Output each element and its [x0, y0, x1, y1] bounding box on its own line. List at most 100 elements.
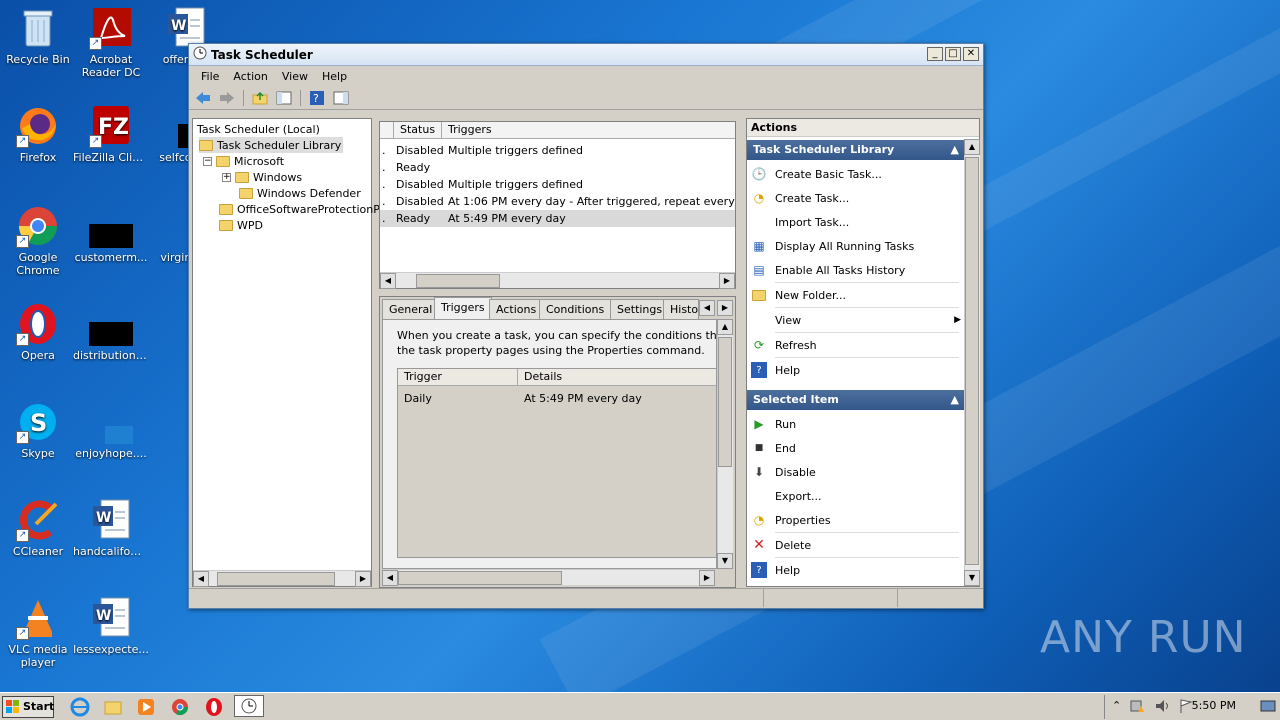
expand-icon[interactable]: + — [222, 172, 231, 182]
action-properties[interactable]: ◔ Properties — [751, 509, 961, 531]
close-button[interactable]: ✕ — [963, 47, 979, 61]
media-player-taskbar-icon[interactable] — [136, 697, 156, 717]
desktop-icon-vlc[interactable]: ↗ VLC media player — [0, 596, 76, 669]
action-enable-history[interactable]: ▤ Enable All Tasks History — [751, 259, 961, 281]
task-row-selected[interactable]: . Ready At 5:49 PM every day — [380, 210, 735, 227]
task-list-horizontal-scrollbar[interactable]: ◀ ▶ — [380, 272, 735, 289]
tree-item-windows[interactable]: + Windows — [222, 169, 302, 185]
desktop-icon-handcalifom[interactable]: W handcalifom... — [73, 498, 149, 558]
action-view[interactable]: View ▶ — [751, 309, 961, 331]
tree-item-windows-defender[interactable]: Windows Defender — [239, 185, 361, 201]
actions-vertical-scrollbar[interactable]: ▲ ▼ — [964, 139, 980, 586]
show-hide-console-tree-button[interactable] — [274, 89, 294, 107]
opera-taskbar-icon[interactable] — [204, 697, 224, 717]
scrollbar-thumb[interactable] — [965, 157, 979, 565]
tree-item-task-scheduler-library[interactable]: Task Scheduler Library — [199, 137, 344, 153]
tree-horizontal-scrollbar[interactable]: ◀ ▶ — [193, 570, 371, 587]
action-display-running-tasks[interactable]: ▦ Display All Running Tasks — [751, 235, 961, 257]
back-button[interactable] — [193, 89, 213, 107]
desktop-icon-chrome[interactable]: ↗ Google Chrome — [0, 204, 76, 277]
scroll-left-button[interactable]: ◀ — [380, 273, 396, 289]
column-header-details[interactable]: Details — [518, 369, 716, 386]
action-refresh[interactable]: ⟳ Refresh — [751, 334, 961, 356]
scrollbar-thumb[interactable] — [416, 274, 500, 288]
tab-triggers[interactable]: Triggers — [434, 297, 492, 320]
chrome-taskbar-icon[interactable] — [170, 697, 190, 717]
scroll-right-button[interactable]: ▶ — [355, 571, 371, 587]
task-row[interactable]: . Ready — [380, 159, 735, 176]
task-row[interactable]: . Disabled Multiple triggers defined — [380, 176, 735, 193]
help-button[interactable]: ? — [307, 89, 327, 107]
action-help-selected[interactable]: ? Help — [751, 559, 961, 581]
scrollbar-thumb[interactable] — [718, 337, 732, 467]
tree-root[interactable]: Task Scheduler (Local) — [197, 121, 320, 137]
tab-general[interactable]: General — [382, 299, 440, 319]
title-bar[interactable]: Task Scheduler _ □ ✕ — [189, 44, 983, 66]
section-header-selected-item[interactable]: Selected Item ▲ — [747, 390, 965, 410]
triggers-table[interactable]: Trigger Details Daily At 5:49 PM every d… — [397, 368, 717, 558]
desktop-icon-customerm[interactable]: customerm... — [73, 204, 149, 264]
desktop-icon-filezilla[interactable]: FZ ↗ FileZilla Client — [73, 104, 149, 164]
menu-help[interactable]: Help — [316, 68, 353, 85]
scroll-right-button[interactable]: ▶ — [719, 273, 735, 289]
tree-item-microsoft[interactable]: − Microsoft — [203, 153, 284, 169]
scroll-up-button[interactable]: ▲ — [964, 139, 980, 155]
detail-vertical-scrollbar[interactable]: ▲ ▼ — [717, 319, 733, 569]
volume-icon[interactable] — [1154, 698, 1170, 717]
collapse-icon[interactable]: − — [203, 156, 212, 166]
explorer-taskbar-icon[interactable] — [103, 697, 123, 717]
desktop-icon-lessexpecte[interactable]: W lessexpecte... — [73, 596, 149, 656]
task-scheduler-window[interactable]: Task Scheduler _ □ ✕ File Action View He… — [188, 43, 984, 609]
tab-scroll-left-button[interactable]: ◀ — [699, 300, 715, 316]
up-folder-button[interactable] — [250, 89, 270, 107]
desktop-icon-firefox[interactable]: ↗ Firefox — [0, 104, 76, 164]
start-button[interactable]: Start — [2, 696, 54, 718]
tab-scroll-right-button[interactable]: ▶ — [717, 300, 733, 316]
task-list[interactable]: Status Triggers . Disabled Multiple trigge… — [379, 121, 736, 289]
collapse-section-icon[interactable]: ▲ — [951, 390, 959, 410]
minimize-button[interactable]: _ — [927, 47, 943, 61]
scroll-down-button[interactable]: ▼ — [964, 570, 980, 586]
task-row[interactable]: . Disabled At 1:06 PM every day - After tr… — [380, 193, 735, 210]
action-run[interactable]: ▶ Run — [751, 413, 961, 435]
scroll-left-button[interactable]: ◀ — [382, 570, 398, 586]
column-header-triggers[interactable]: Triggers — [442, 122, 735, 139]
desktop-icon-enjoyhope[interactable]: enjoyhope.... — [73, 400, 149, 460]
action-import-task[interactable]: Import Task... — [751, 211, 961, 233]
desktop-icon-opera[interactable]: ↗ Opera — [0, 302, 76, 362]
tab-settings[interactable]: Settings — [610, 299, 670, 319]
task-row[interactable]: . Disabled Multiple triggers defined — [380, 142, 735, 159]
tab-conditions[interactable]: Conditions — [539, 299, 612, 319]
menu-action[interactable]: Action — [227, 68, 273, 85]
detail-horizontal-scrollbar[interactable]: ◀ ▶ — [382, 569, 715, 586]
show-hidden-icons-icon[interactable]: ⌃ — [1112, 699, 1121, 712]
action-center-icon[interactable] — [1130, 698, 1146, 717]
scroll-down-button[interactable]: ▼ — [717, 553, 733, 569]
tab-actions[interactable]: Actions — [489, 299, 544, 319]
action-delete[interactable]: ✕ Delete — [751, 534, 961, 556]
trigger-row[interactable]: Daily At 5:49 PM every day — [398, 390, 716, 407]
desktop-icon-recycle-bin[interactable]: Recycle Bin — [0, 6, 76, 66]
action-help[interactable]: ? Help — [751, 359, 961, 381]
ie-taskbar-icon[interactable] — [70, 697, 90, 717]
action-create-task[interactable]: ◔ Create Task... — [751, 187, 961, 209]
scrollbar-thumb[interactable] — [398, 571, 562, 585]
menu-view[interactable]: View — [276, 68, 314, 85]
show-desktop-icon[interactable] — [1260, 699, 1276, 716]
scrollbar-thumb[interactable] — [217, 572, 335, 586]
scroll-up-button[interactable]: ▲ — [717, 319, 733, 335]
action-create-basic-task[interactable]: 🕒 Create Basic Task... — [751, 163, 961, 185]
scroll-left-button[interactable]: ◀ — [193, 571, 209, 587]
desktop-icon-acrobat[interactable]: ↗ Acrobat Reader DC — [73, 6, 149, 79]
forward-button[interactable] — [217, 89, 237, 107]
collapse-section-icon[interactable]: ▲ — [951, 140, 959, 160]
console-tree[interactable]: Task Scheduler (Local) Task Scheduler Li… — [192, 118, 383, 587]
desktop-icon-distribution[interactable]: distributiont... — [73, 302, 149, 362]
desktop-icon-skype[interactable]: S ↗ Skype — [0, 400, 76, 460]
action-end[interactable]: ■ End — [751, 437, 961, 459]
column-header-blank[interactable] — [380, 122, 394, 139]
task-scheduler-taskbar-button[interactable] — [234, 695, 264, 717]
tree-item-wpd[interactable]: WPD — [219, 217, 263, 233]
desktop-icon-ccleaner[interactable]: ↗ CCleaner — [0, 498, 76, 558]
menu-file[interactable]: File — [195, 68, 225, 85]
